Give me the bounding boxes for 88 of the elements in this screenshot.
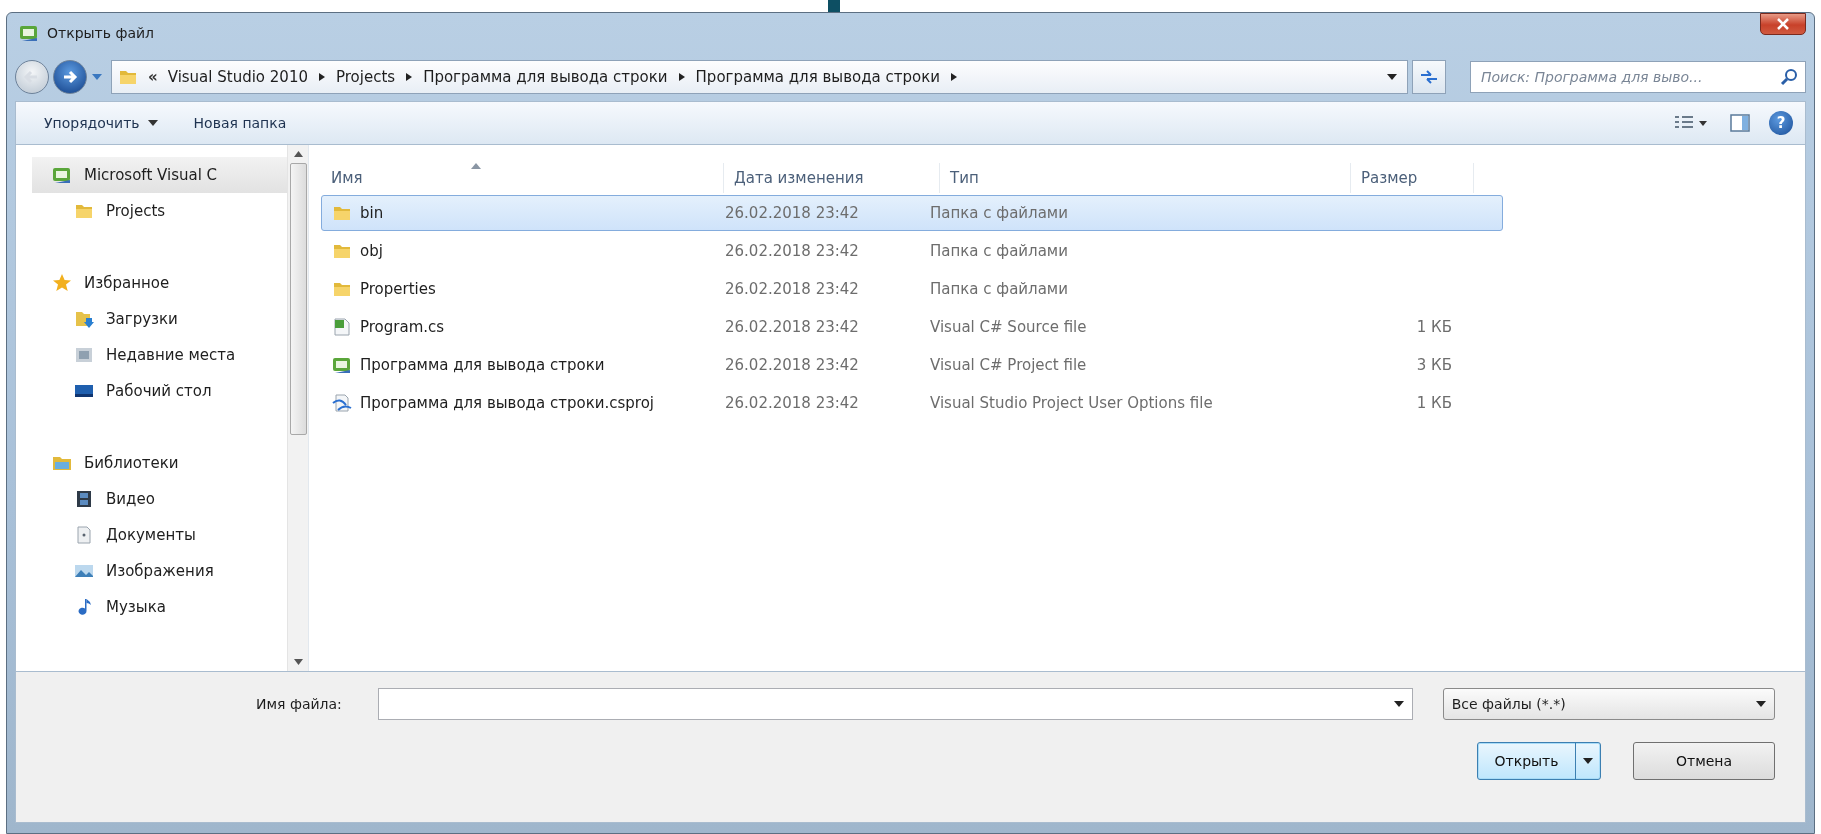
scroll-up-icon[interactable]	[293, 151, 303, 157]
caret-icon[interactable]	[1393, 701, 1404, 707]
breadcrumb-segment[interactable]: Projects	[336, 68, 396, 86]
close-button[interactable]	[1760, 13, 1806, 35]
code-file-icon	[332, 317, 352, 337]
file-row[interactable]: Properties 26.02.2018 23:42 Папка с файлами	[321, 271, 1503, 307]
type-cell-text: Папка с файлами	[929, 204, 1069, 222]
size-cell-text: 1 КБ	[1415, 394, 1452, 412]
film-icon	[74, 489, 94, 509]
date-cell-text: 26.02.2018 23:42	[724, 280, 860, 298]
triangle-right-icon[interactable]	[950, 72, 959, 82]
overflow-chevron[interactable]: «	[148, 68, 158, 86]
file-name: Программа для вывода строки.csproj	[360, 394, 654, 412]
sidebar-item[interactable]: Видео	[52, 481, 287, 517]
file-name: Программа для вывода строки	[360, 356, 605, 374]
triangle-right-icon[interactable]	[318, 72, 326, 82]
forward-button[interactable]	[53, 60, 87, 94]
file-row[interactable]: bin 26.02.2018 23:42 Папка с файлами	[321, 195, 1503, 231]
window-title: Открыть файл	[47, 25, 155, 41]
sidebar-item[interactable]: Рабочий стол	[52, 373, 287, 409]
folder-arrow-icon	[74, 309, 94, 329]
scroll-down-icon[interactable]	[293, 659, 303, 665]
app-icon	[332, 355, 352, 375]
star-icon	[52, 273, 72, 293]
column-header[interactable]: Дата изменения	[724, 163, 940, 193]
type-cell-text: Папка с файлами	[929, 280, 1069, 298]
window-icon	[74, 345, 94, 365]
column-header[interactable]: Размер	[1351, 163, 1474, 193]
address-bar[interactable]: « Visual Studio 2010 Projects Программа для вывода строки Программа для вывода строки	[111, 60, 1408, 94]
date-cell-text: 26.02.2018 23:42	[724, 242, 860, 260]
app-icon	[52, 165, 72, 185]
preview-pane-button[interactable]	[1727, 111, 1753, 135]
close-icon	[1776, 18, 1790, 30]
search-field[interactable]: Поиск: Программа для выво...	[1470, 61, 1806, 93]
refresh-arrows-icon	[1419, 69, 1439, 85]
file-row[interactable]: Program.cs 26.02.2018 23:42 Visual C# Source file 1 КБ	[321, 309, 1503, 345]
sidebar-item[interactable]: Музыка	[52, 589, 287, 625]
type-cell-text: Папка с файлами	[929, 242, 1069, 260]
caret-icon	[1756, 701, 1766, 707]
file-type-dropdown[interactable]: Все файлы (*.*)	[1442, 688, 1775, 720]
file-name: bin	[360, 204, 384, 222]
file-name: Program.cs	[360, 318, 445, 336]
filename-field[interactable]	[378, 688, 1413, 720]
field-label: Имя файла:	[256, 696, 343, 712]
toolbar-button[interactable]: Новая папка	[183, 111, 297, 135]
breadcrumb-segment[interactable]: Программа для вывода строки	[695, 68, 941, 86]
breadcrumb-segment[interactable]: Программа для вывода строки	[423, 68, 668, 86]
document-icon	[74, 525, 94, 545]
size-cell-text: 3 КБ	[1415, 356, 1452, 374]
backdrop-bar	[828, 0, 840, 12]
triangle-right-icon[interactable]	[405, 72, 414, 82]
file-row[interactable]: obj 26.02.2018 23:42 Папка с файлами	[321, 233, 1503, 269]
sidebar-item[interactable]: Projects	[52, 193, 287, 229]
caret-icon[interactable]	[1583, 758, 1593, 764]
date-cell-text: 26.02.2018 23:42	[724, 318, 860, 336]
scrollbar[interactable]	[287, 145, 308, 671]
sidebar-item[interactable]: Изображения	[52, 553, 287, 589]
back-button[interactable]	[15, 60, 49, 94]
sort-arrow-icon	[471, 163, 481, 169]
file-row[interactable]: Программа для вывода строки.csproj 26.02.2018 23:42 Visual Studio Project User Options file 1 КБ	[321, 385, 1503, 421]
breadcrumb-segment[interactable]: Visual Studio 2010	[167, 68, 308, 86]
help-button[interactable]: ?	[1769, 111, 1793, 135]
file-name: obj	[360, 242, 383, 260]
document-arrows-icon	[332, 393, 352, 413]
date-cell-text: 26.02.2018 23:42	[724, 356, 860, 374]
triangle-right-icon[interactable]	[677, 72, 686, 82]
sidebar-item[interactable]: Библиотеки	[32, 445, 287, 481]
sidebar-item[interactable]: Недавние места	[52, 337, 287, 373]
type-cell-text: Visual C# Project file	[929, 356, 1088, 374]
refresh-button[interactable]	[1412, 60, 1446, 94]
type-cell-text: Visual Studio Project User Options file	[929, 394, 1214, 412]
open-button[interactable]: Открыть	[1477, 742, 1601, 780]
column-header[interactable]: Тип	[940, 163, 1351, 193]
sidebar-item[interactable]: Избранное	[32, 265, 287, 301]
file-row[interactable]: Программа для вывода строки 26.02.2018 23:42 Visual C# Project file 3 КБ	[321, 347, 1503, 383]
type-cell-text: Visual C# Source file	[929, 318, 1088, 336]
date-cell-text: 26.02.2018 23:42	[724, 394, 860, 412]
caret-icon[interactable]	[1387, 74, 1397, 80]
sidebar-item[interactable]: Загрузки	[52, 301, 287, 337]
date-cell-text: 26.02.2018 23:42	[724, 204, 860, 222]
size-cell-text: 1 КБ	[1415, 318, 1452, 336]
toolbar-button[interactable]: Упорядочить	[34, 111, 168, 135]
file-name: Properties	[360, 280, 436, 298]
sidebar-item[interactable]: Microsoft Visual C	[32, 157, 287, 193]
sidebar-item[interactable]: Документы	[52, 517, 287, 553]
app-icon	[19, 23, 39, 43]
search-icon	[1780, 68, 1798, 86]
cancel-button[interactable]: Отмена	[1633, 742, 1775, 780]
